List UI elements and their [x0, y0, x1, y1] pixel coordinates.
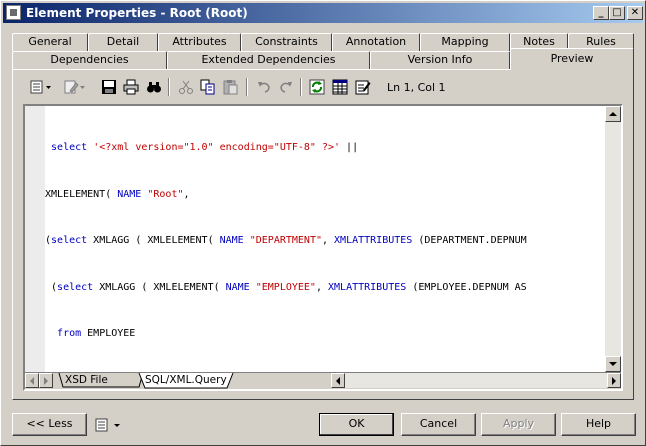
table-icon [332, 79, 348, 95]
edit-dropdown-button[interactable] [62, 77, 88, 97]
code-line-3: (select XMLAGG ( XMLELEMENT( NAME "DEPAR… [45, 235, 527, 246]
table-button[interactable] [330, 77, 350, 97]
edit-script-button[interactable] [353, 77, 373, 97]
hscroll-left-button[interactable] [331, 373, 345, 388]
code-line-2: XMLELEMENT( NAME "Root", [45, 188, 190, 200]
paste-icon [223, 80, 238, 95]
minimize-button[interactable]: _ [593, 6, 609, 20]
toolbar-separator [246, 78, 248, 96]
sheet-tab-xsd-file[interactable]: XSD File [65, 373, 108, 388]
edit-dropdown-icon [64, 80, 85, 94]
find-icon [147, 82, 161, 93]
tab-extended-dependencies[interactable]: Extended Dependencies [167, 51, 370, 69]
refresh-button[interactable] [307, 77, 327, 97]
copy-button[interactable] [198, 77, 218, 97]
cancel-button[interactable]: Cancel [401, 413, 476, 436]
less-button[interactable]: << Less [12, 413, 87, 436]
cursor-position: Ln 1, Col 1 [387, 81, 446, 94]
redo-button[interactable] [276, 77, 296, 97]
edit-script-icon [355, 80, 371, 95]
code-line: from EMPLOYEE [45, 326, 601, 342]
editor-bottom-bar: XSD File SQL/XML.Query [25, 372, 621, 389]
print-icon [123, 79, 139, 95]
code-line: XMLELEMENT( NAME "Root", [45, 187, 601, 203]
properties-window: Element Properties - Root (Root) _ □ ✕ G… [0, 0, 646, 446]
code-editor[interactable]: select '<?xml version="1.0" encoding="UT… [23, 104, 623, 391]
ok-button[interactable]: OK [319, 413, 394, 436]
tab-preview[interactable]: Preview [510, 48, 634, 70]
tab-annotation[interactable]: Annotation [332, 33, 420, 51]
vertical-scrollbar[interactable] [605, 106, 621, 372]
apply-button[interactable]: Apply [481, 413, 556, 436]
undo-button[interactable] [254, 77, 274, 97]
sheet-tab-sql-xml-query[interactable]: SQL/XML.Query [145, 373, 227, 388]
horizontal-scrollbar-track[interactable] [345, 373, 607, 388]
close-button[interactable]: ✕ [627, 6, 643, 20]
save-icon [102, 80, 116, 94]
tab-dependencies[interactable]: Dependencies [12, 51, 167, 69]
list-dropdown-icon [95, 418, 120, 432]
tab-general[interactable]: General [12, 33, 88, 51]
scroll-down-button[interactable] [605, 356, 621, 372]
code-line: select '<?xml version="1.0" encoding="UT… [45, 140, 601, 156]
code-line: (select XMLAGG ( XMLELEMENT( NAME "EMPLO… [45, 280, 601, 296]
list-dropdown-button[interactable] [93, 415, 127, 435]
tab-constraints[interactable]: Constraints [241, 33, 332, 51]
toolbar-separator [300, 78, 302, 96]
arrow-left-icon [30, 376, 34, 385]
tab-version-info[interactable]: Version Info [370, 51, 510, 69]
code-line: (select XMLAGG ( XMLELEMENT( NAME "DEPAR… [45, 233, 601, 249]
print-button[interactable] [121, 77, 141, 97]
help-button[interactable]: Help [561, 413, 636, 436]
tab-attributes[interactable]: Attributes [158, 33, 241, 51]
cut-button[interactable] [176, 77, 196, 97]
copy-icon [200, 79, 215, 95]
maximize-button[interactable]: □ [609, 6, 625, 20]
code-area[interactable]: select '<?xml version="1.0" encoding="UT… [45, 109, 601, 371]
toolbar-separator [168, 78, 170, 96]
app-icon [6, 5, 21, 20]
tab-detail[interactable]: Detail [88, 33, 158, 51]
sheet-first-button[interactable] [25, 373, 39, 388]
arrow-up-icon [609, 112, 617, 116]
arrow-right-icon [44, 376, 48, 385]
cut-icon [179, 80, 193, 94]
paste-button[interactable] [221, 77, 241, 97]
code-line-1: select '<?xml version="1.0" encoding="UT… [51, 142, 359, 153]
arrow-right-icon [612, 376, 616, 385]
undo-icon [258, 82, 270, 93]
properties-dropdown-icon [30, 80, 51, 94]
code-line-4: (select XMLAGG ( XMLELEMENT( NAME "EMPLO… [45, 281, 527, 293]
code-line-5: from EMPLOYEE [57, 328, 136, 339]
arrow-down-icon [609, 362, 617, 366]
redo-icon [280, 82, 292, 93]
tab-mapping[interactable]: Mapping [420, 33, 510, 51]
sheet-next-button[interactable] [39, 373, 53, 388]
scroll-up-button[interactable] [605, 106, 621, 122]
save-button[interactable] [99, 77, 119, 97]
hscroll-right-button[interactable] [607, 373, 621, 388]
arrow-left-icon [336, 376, 340, 385]
refresh-icon [309, 79, 325, 95]
window-title: Element Properties - Root (Root) [26, 6, 248, 20]
tab-row-front: Dependencies Extended Dependencies Versi… [12, 48, 634, 70]
title-bar[interactable]: Element Properties - Root (Root) _ □ ✕ [3, 3, 643, 23]
properties-dropdown-button[interactable] [28, 77, 54, 97]
find-button[interactable] [144, 77, 164, 97]
editor-gutter [25, 106, 45, 372]
